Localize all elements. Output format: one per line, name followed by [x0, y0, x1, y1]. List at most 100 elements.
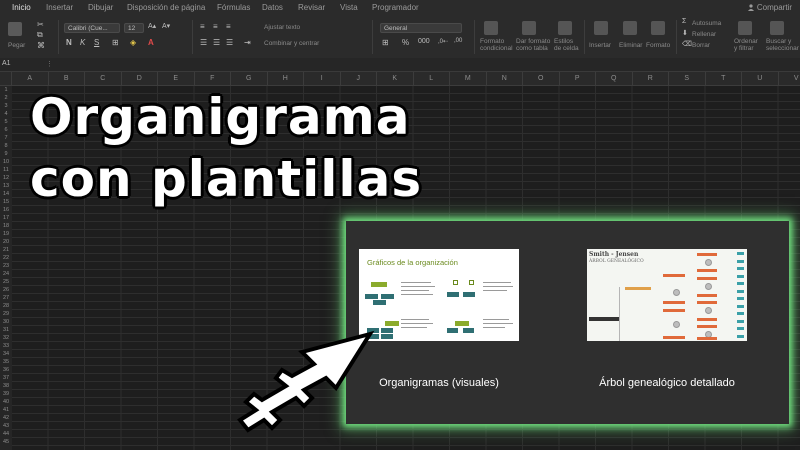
row-header-25[interactable]: 25 [0, 278, 12, 286]
autosum-label[interactable]: Autosuma [692, 20, 721, 27]
number-format-select[interactable]: General [380, 23, 462, 33]
column-header-k[interactable]: K [377, 72, 414, 85]
row-header-37[interactable]: 37 [0, 374, 12, 382]
align-middle-icon[interactable]: ≡ [213, 22, 218, 31]
row-header-45[interactable]: 45 [0, 438, 12, 446]
align-top-icon[interactable]: ≡ [200, 22, 205, 31]
column-header-f[interactable]: F [195, 72, 231, 85]
row-header-13[interactable]: 13 [0, 182, 12, 190]
row-header-5[interactable]: 5 [0, 118, 12, 126]
column-header-b[interactable]: B [49, 72, 85, 85]
fill-color-icon[interactable]: ◈ [130, 38, 136, 47]
grow-font-icon[interactable]: A▴ [148, 22, 156, 30]
row-header-26[interactable]: 26 [0, 286, 12, 294]
row-header-27[interactable]: 27 [0, 294, 12, 302]
row-header-11[interactable]: 11 [0, 166, 12, 174]
font-size-select[interactable]: 12 [124, 23, 144, 33]
row-header-29[interactable]: 29 [0, 310, 12, 318]
delete-cells-icon[interactable] [623, 21, 637, 35]
tab-programador[interactable]: Programador [372, 3, 419, 12]
sort-filter-icon[interactable] [738, 21, 752, 35]
align-bottom-icon[interactable]: ≡ [226, 22, 231, 31]
column-header-d[interactable]: D [122, 72, 158, 85]
row-header-38[interactable]: 38 [0, 382, 12, 390]
tab-insertar[interactable]: Insertar [46, 3, 73, 12]
align-right-icon[interactable]: ☰ [226, 38, 233, 47]
borders-icon[interactable]: ⊞ [112, 38, 119, 47]
cut-icon[interactable]: ✂ [37, 20, 44, 29]
row-header-10[interactable]: 10 [0, 158, 12, 166]
font-name-select[interactable]: Calibri (Cue... [64, 23, 120, 33]
find-select-icon[interactable] [770, 21, 784, 35]
name-box[interactable]: A1 [2, 59, 42, 69]
row-header-9[interactable]: 9 [0, 150, 12, 158]
decrease-decimal-icon[interactable]: ,00 [454, 38, 462, 44]
row-header-7[interactable]: 7 [0, 134, 12, 142]
row-header-39[interactable]: 39 [0, 390, 12, 398]
row-header-4[interactable]: 4 [0, 110, 12, 118]
align-center-icon[interactable]: ☰ [213, 38, 220, 47]
tab-revisar[interactable]: Revisar [298, 3, 325, 12]
row-header-18[interactable]: 18 [0, 222, 12, 230]
fill-label[interactable]: Rellenar [692, 31, 716, 38]
row-header-1[interactable]: 1 [0, 86, 12, 94]
column-header-s[interactable]: S [669, 72, 706, 85]
copy-icon[interactable]: ⧉ [37, 30, 43, 40]
underline-icon[interactable]: S [94, 38, 99, 47]
bold-icon[interactable]: N [66, 38, 72, 47]
tab-datos[interactable]: Datos [262, 3, 283, 12]
autosum-icon[interactable]: Σ [682, 18, 686, 25]
currency-icon[interactable]: ⊞ [382, 38, 389, 47]
row-header-16[interactable]: 16 [0, 206, 12, 214]
clear-icon[interactable]: ⌫ [682, 40, 692, 48]
column-header-g[interactable]: G [231, 72, 268, 85]
row-header-24[interactable]: 24 [0, 270, 12, 278]
row-header-31[interactable]: 31 [0, 326, 12, 334]
conditional-format-icon[interactable] [484, 21, 498, 35]
font-color-icon[interactable]: A [148, 38, 154, 47]
column-header-t[interactable]: T [706, 72, 742, 85]
fill-icon[interactable]: ⬇ [682, 29, 688, 37]
tab-disposicion[interactable]: Disposición de página [127, 3, 205, 12]
column-header-i[interactable]: I [304, 72, 341, 85]
paste-icon[interactable] [8, 22, 22, 36]
row-header-17[interactable]: 17 [0, 214, 12, 222]
row-header-32[interactable]: 32 [0, 334, 12, 342]
percent-icon[interactable]: % [402, 38, 409, 47]
column-header-h[interactable]: H [268, 72, 304, 85]
column-header-q[interactable]: Q [596, 72, 633, 85]
column-header-a[interactable]: A [12, 72, 49, 85]
row-header-33[interactable]: 33 [0, 342, 12, 350]
insert-cells-icon[interactable] [594, 21, 608, 35]
org-chart-template-thumbnail[interactable]: Gráficos de la organización [359, 249, 519, 341]
indent-icon[interactable]: ⇥ [244, 38, 251, 47]
align-left-icon[interactable]: ☰ [200, 38, 207, 47]
row-header-3[interactable]: 3 [0, 102, 12, 110]
row-header-35[interactable]: 35 [0, 358, 12, 366]
tab-vista[interactable]: Vista [340, 3, 358, 12]
row-header-15[interactable]: 15 [0, 198, 12, 206]
comma-style-icon[interactable]: 000 [418, 38, 430, 45]
tab-inicio[interactable]: Inicio [12, 3, 31, 12]
family-tree-template-caption[interactable]: Árbol genealógico detallado [567, 377, 767, 389]
column-header-r[interactable]: R [633, 72, 669, 85]
column-header-n[interactable]: N [487, 72, 523, 85]
wrap-text-button[interactable]: Ajustar texto [264, 24, 300, 31]
row-header-20[interactable]: 20 [0, 238, 12, 246]
format-painter-icon[interactable]: ⌘ [37, 41, 45, 50]
tab-formulas[interactable]: Fórmulas [217, 3, 250, 12]
row-header-28[interactable]: 28 [0, 302, 12, 310]
row-header-36[interactable]: 36 [0, 366, 12, 374]
row-header-12[interactable]: 12 [0, 174, 12, 182]
row-header-22[interactable]: 22 [0, 254, 12, 262]
row-header-44[interactable]: 44 [0, 430, 12, 438]
column-header-e[interactable]: E [158, 72, 195, 85]
column-header-o[interactable]: O [523, 72, 560, 85]
row-header-23[interactable]: 23 [0, 262, 12, 270]
clear-label[interactable]: Borrar [692, 42, 710, 49]
row-header-8[interactable]: 8 [0, 142, 12, 150]
row-header-40[interactable]: 40 [0, 398, 12, 406]
row-header-6[interactable]: 6 [0, 126, 12, 134]
cell-styles-icon[interactable] [558, 21, 572, 35]
row-header-42[interactable]: 42 [0, 414, 12, 422]
